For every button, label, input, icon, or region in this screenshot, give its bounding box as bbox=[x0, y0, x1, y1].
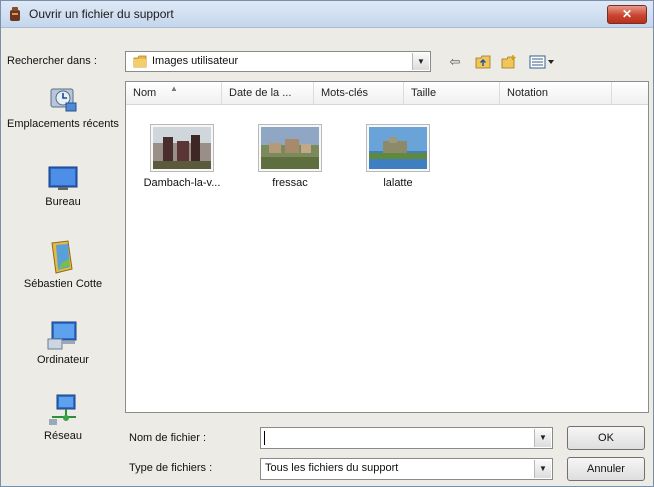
file-name: Dambach-la-v... bbox=[143, 177, 221, 189]
recent-places-icon bbox=[50, 88, 77, 112]
look-in-label: Rechercher dans : bbox=[7, 55, 97, 67]
place-network[interactable]: Réseau bbox=[5, 393, 121, 442]
chevron-down-icon[interactable]: ▼ bbox=[412, 53, 429, 70]
open-file-dialog: Ouvrir un fichier du support ✕ Recherche… bbox=[0, 0, 654, 487]
chevron-down-icon[interactable]: ▼ bbox=[534, 460, 551, 478]
new-folder-button[interactable] bbox=[499, 52, 519, 72]
place-label: Emplacements récents bbox=[7, 118, 119, 130]
up-folder-icon bbox=[475, 55, 491, 69]
column-size[interactable]: Taille bbox=[404, 82, 500, 104]
place-recent[interactable]: Emplacements récents bbox=[5, 81, 121, 130]
chevron-down-icon[interactable]: ▼ bbox=[534, 429, 551, 447]
window-title: Ouvrir un fichier du support bbox=[29, 7, 174, 21]
computer-icon bbox=[47, 321, 77, 350]
close-button[interactable]: ✕ bbox=[607, 5, 647, 24]
place-label: Bureau bbox=[45, 196, 81, 208]
file-item[interactable]: Dambach-la-v... bbox=[136, 124, 228, 189]
sort-up-icon: ▲ bbox=[170, 84, 178, 93]
filetype-value: Tous les fichiers du support bbox=[265, 462, 399, 474]
file-list[interactable]: ▲ Nom Date de la ... Mots-clés Taille Not… bbox=[125, 81, 649, 413]
look-in-combo[interactable]: Images utilisateur ▼ bbox=[125, 51, 431, 72]
filename-input[interactable]: ▼ bbox=[260, 427, 553, 449]
place-user[interactable]: Sébastien Cotte bbox=[5, 239, 121, 290]
place-computer[interactable]: Ordinateur bbox=[5, 319, 121, 366]
text-caret bbox=[264, 431, 265, 445]
column-rating[interactable]: Notation bbox=[500, 82, 612, 104]
castle-photo-thumbnail bbox=[150, 124, 214, 172]
place-label: Réseau bbox=[44, 430, 82, 442]
file-name: fressac bbox=[272, 177, 308, 189]
ok-button[interactable]: OK bbox=[567, 426, 645, 450]
column-keywords[interactable]: Mots-clés bbox=[314, 82, 404, 104]
place-label: Sébastien Cotte bbox=[23, 278, 103, 290]
up-folder-button[interactable] bbox=[473, 52, 493, 72]
back-arrow-icon: ⇦ bbox=[449, 54, 461, 69]
column-header: ▲ Nom Date de la ... Mots-clés Taille Not… bbox=[126, 82, 648, 105]
folder-icon bbox=[133, 55, 147, 68]
look-in-value: Images utilisateur bbox=[152, 55, 239, 67]
filename-label: Nom de fichier : bbox=[129, 432, 207, 444]
file-item[interactable]: fressac bbox=[244, 124, 336, 189]
cancel-button[interactable]: Annuler bbox=[567, 457, 645, 481]
file-item[interactable]: lalatte bbox=[352, 124, 444, 189]
title-bar[interactable]: Ouvrir un fichier du support ✕ bbox=[1, 1, 653, 28]
column-date[interactable]: Date de la ... bbox=[222, 82, 314, 104]
filetype-select[interactable]: Tous les fichiers du support ▼ bbox=[260, 458, 553, 480]
app-icon bbox=[10, 7, 20, 21]
views-menu-button[interactable] bbox=[527, 52, 559, 72]
village-photo-thumbnail bbox=[258, 124, 322, 172]
fort-photo-thumbnail bbox=[366, 124, 430, 172]
file-name: lalatte bbox=[383, 177, 413, 189]
close-icon: ✕ bbox=[621, 7, 633, 21]
back-button[interactable]: ⇦ bbox=[445, 52, 465, 72]
desktop-icon bbox=[48, 166, 78, 190]
place-desktop[interactable]: Bureau bbox=[5, 165, 121, 208]
place-label: Ordinateur bbox=[37, 354, 89, 366]
user-folder-icon bbox=[51, 240, 73, 274]
places-bar: Emplacements récents Bureau Sébastien Co… bbox=[5, 81, 121, 461]
network-icon bbox=[49, 394, 76, 425]
column-name[interactable]: ▲ Nom bbox=[126, 82, 222, 104]
views-icon bbox=[529, 55, 554, 69]
filetype-label: Type de fichiers : bbox=[129, 462, 213, 474]
new-folder-icon bbox=[501, 55, 516, 69]
